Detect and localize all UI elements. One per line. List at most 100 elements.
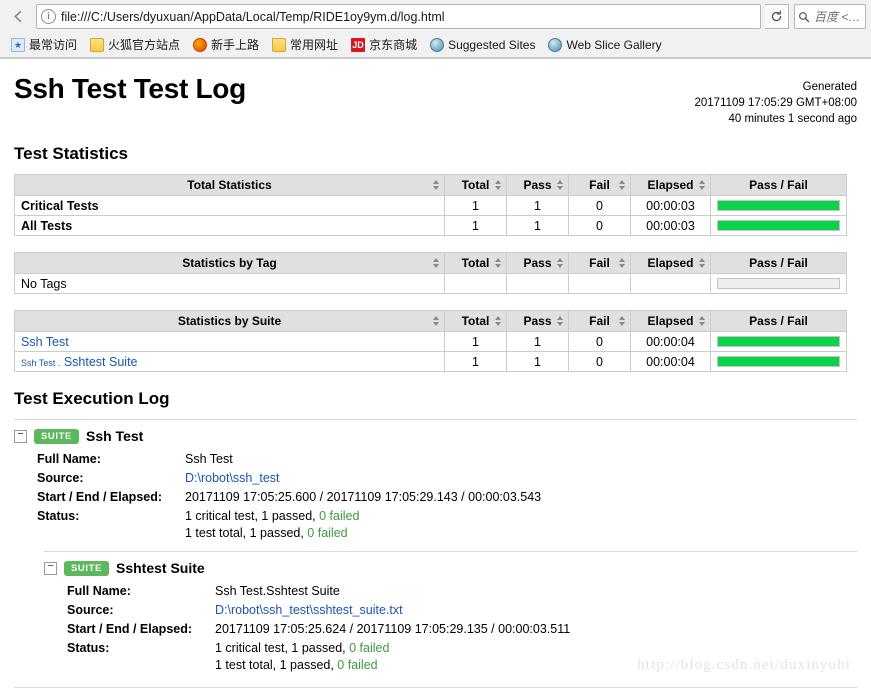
sort-icon[interactable]	[619, 257, 626, 269]
parent-suite-prefix: Ssh Test .	[21, 357, 61, 368]
meta-value-source: D:\robot\ssh_test\sshtest_suite.txt	[215, 601, 570, 620]
pass-fail-bar	[717, 278, 840, 289]
table-header-row: Total Statistics Total Pass Fail Elapsed	[14, 174, 847, 196]
site-info-icon[interactable]: i	[41, 9, 56, 24]
sort-icon[interactable]	[619, 315, 626, 327]
bookmark-label: 新手上路	[211, 38, 260, 52]
bookmark-getting-started[interactable]: 新手上路	[188, 34, 264, 55]
url-bar[interactable]: i file:///C:/Users/dyuxuan/AppData/Local…	[36, 4, 761, 29]
status-failed-count: 0 failed	[337, 658, 378, 672]
sort-icon[interactable]	[495, 315, 502, 327]
meta-value-full-name: Ssh Test	[185, 452, 233, 466]
bookmark-web-slice-gallery[interactable]: Web Slice Gallery	[543, 36, 666, 54]
status-line-total: 1 test total, 1 passed, 0 failed	[185, 525, 541, 542]
column-header-total[interactable]: Total	[444, 252, 507, 274]
cell-passfail-bar	[710, 351, 847, 372]
cell-total: 1	[444, 331, 507, 352]
reload-button[interactable]	[765, 4, 789, 29]
column-header-total[interactable]: Total	[444, 174, 507, 196]
suite-header[interactable]: − SUITE Ssh Test	[14, 428, 857, 444]
column-header-name[interactable]: Statistics by Suite	[14, 310, 445, 332]
sort-icon[interactable]	[433, 179, 440, 191]
sort-icon[interactable]	[495, 257, 502, 269]
total-statistics-table: Total Statistics Total Pass Fail Elapsed	[14, 174, 847, 236]
back-arrow-icon	[13, 10, 21, 23]
source-link[interactable]: D:\robot\ssh_test\sshtest_suite.txt	[215, 603, 403, 617]
table-row: Ssh Test 1 1 0 00:00:04	[14, 331, 847, 352]
collapse-toggle-icon[interactable]: −	[14, 429, 27, 443]
sort-icon[interactable]	[699, 315, 706, 327]
column-header-elapsed[interactable]: Elapsed	[630, 174, 711, 196]
column-header-elapsed[interactable]: Elapsed	[630, 310, 711, 332]
column-label: Total Statistics	[187, 178, 272, 192]
column-label: Statistics by Suite	[177, 314, 282, 328]
bookmark-label: 最常访问	[29, 38, 78, 52]
column-header-elapsed[interactable]: Elapsed	[630, 252, 711, 274]
cell-elapsed	[630, 273, 711, 294]
status-failed-count: 0 failed	[319, 509, 360, 523]
status-line-total: 1 test total, 1 passed, 0 failed	[215, 657, 570, 674]
status-failed-count: 0 failed	[307, 526, 348, 540]
sort-icon[interactable]	[557, 179, 564, 191]
search-box[interactable]: 百度 <…	[794, 4, 866, 29]
back-button[interactable]	[5, 4, 31, 30]
bookmark-firefox-official[interactable]: 火狐官方站点	[85, 34, 185, 55]
column-header-fail[interactable]: Fail	[568, 174, 631, 196]
bookmark-jd[interactable]: JD 京东商城	[346, 34, 422, 55]
sort-icon[interactable]	[557, 257, 564, 269]
bookmark-label: 常用网址	[290, 38, 339, 52]
status-text: 1 test total, 1 passed,	[185, 526, 308, 540]
column-header-pass[interactable]: Pass	[506, 174, 569, 196]
column-header-name[interactable]: Statistics by Tag	[14, 252, 445, 274]
row-label: All Tests	[14, 215, 445, 236]
bookmark-most-visited[interactable]: ★ 最常访问	[6, 34, 82, 55]
bookmark-suggested-sites[interactable]: Suggested Sites	[425, 36, 540, 54]
jd-icon: JD	[351, 37, 366, 52]
meta-row-source: Source: D:\robot\ssh_test\sshtest_suite.…	[67, 601, 570, 620]
column-label: Total	[461, 314, 490, 328]
sort-icon[interactable]	[619, 179, 626, 191]
sort-icon[interactable]	[557, 315, 564, 327]
column-header-name[interactable]: Total Statistics	[14, 174, 445, 196]
column-header-fail[interactable]: Fail	[568, 252, 631, 274]
cell-fail: 0	[568, 351, 631, 372]
meta-key: Source:	[37, 471, 84, 485]
sort-icon[interactable]	[495, 179, 502, 191]
status-line-critical: 1 critical test, 1 passed, 0 failed	[215, 640, 570, 657]
collapse-toggle-icon[interactable]: −	[44, 561, 57, 575]
column-label: Total	[461, 256, 490, 270]
sort-icon[interactable]	[433, 257, 440, 269]
suite-link[interactable]: Sshtest Suite	[64, 355, 138, 369]
column-label: Pass / Fail	[749, 178, 808, 192]
generated-timestamp: 20171109 17:05:29 GMT+08:00	[694, 97, 857, 109]
url-text: file:///C:/Users/dyuxuan/AppData/Local/T…	[61, 9, 445, 24]
suite-title: Ssh Test	[85, 428, 144, 444]
bookmark-common-sites[interactable]: 常用网址	[267, 34, 343, 55]
status-text: 1 critical test, 1 passed,	[215, 641, 350, 655]
suite-link[interactable]: Ssh Test	[21, 335, 69, 349]
meta-value-times: 20171109 17:05:25.624 / 20171109 17:05:2…	[215, 622, 571, 636]
meta-value-times: 20171109 17:05:25.600 / 20171109 17:05:2…	[185, 490, 542, 504]
cell-fail: 0	[568, 331, 631, 352]
test-execution-log-heading: Test Execution Log	[14, 389, 170, 408]
row-label: No Tags	[14, 273, 445, 294]
sort-icon[interactable]	[699, 179, 706, 191]
star-icon: ★	[11, 37, 25, 52]
sort-icon[interactable]	[699, 257, 706, 269]
pass-portion	[718, 357, 839, 366]
suite-header[interactable]: − SUITE Sshtest Suite	[44, 560, 857, 576]
column-header-fail[interactable]: Fail	[568, 310, 631, 332]
column-header-passfail: Pass / Fail	[710, 174, 847, 196]
column-header-pass[interactable]: Pass	[506, 252, 569, 274]
cell-fail: 0	[568, 215, 631, 236]
column-header-pass[interactable]: Pass	[506, 310, 569, 332]
sort-icon[interactable]	[433, 315, 440, 327]
cell-fail	[568, 273, 631, 294]
table-row: All Tests 1 1 0 00:00:03	[14, 215, 847, 236]
status-failed-count: 0 failed	[349, 641, 390, 655]
source-link[interactable]: D:\robot\ssh_test	[185, 471, 280, 485]
bookmark-label: Suggested Sites	[448, 37, 536, 52]
bookmark-label: Web Slice Gallery	[566, 37, 662, 52]
pass-fail-bar	[717, 336, 840, 347]
column-header-total[interactable]: Total	[444, 310, 507, 332]
